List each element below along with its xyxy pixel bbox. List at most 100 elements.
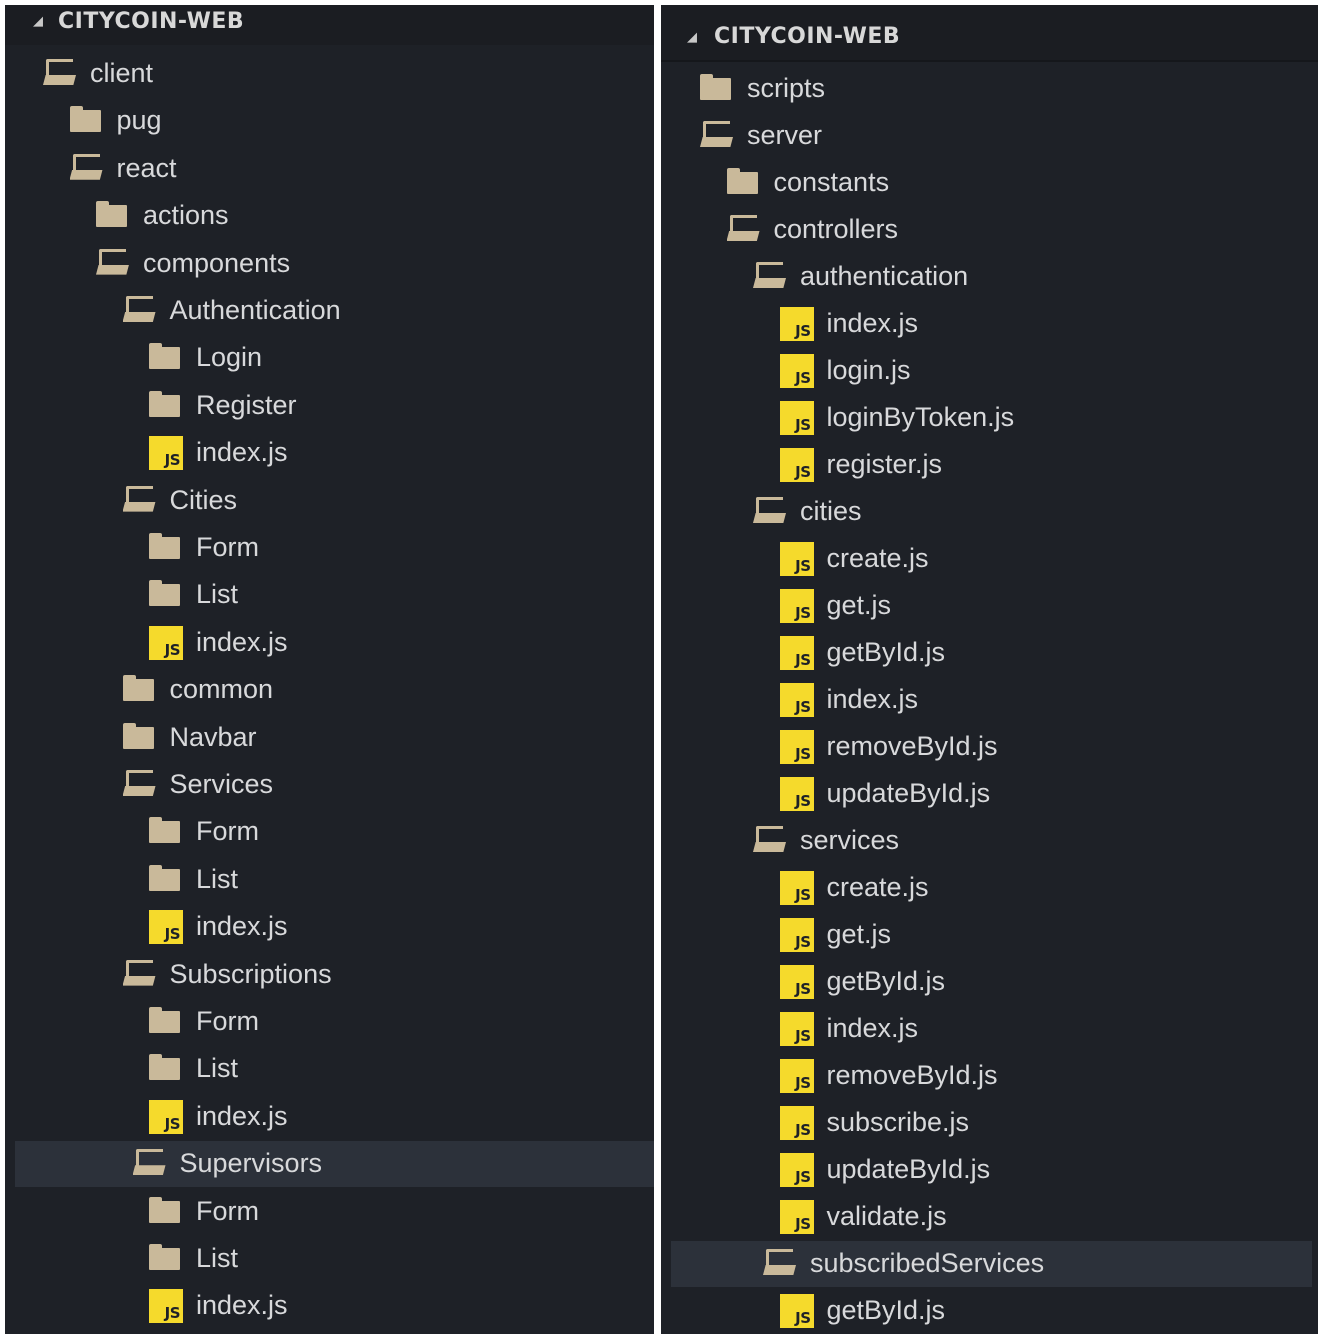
tree-item-label: subscribedServices xyxy=(810,1248,1045,1278)
tree-file-row[interactable]: JS updateById.js xyxy=(661,771,1318,817)
tree-file-row[interactable]: JS index.js xyxy=(5,1094,654,1140)
folder-open-icon xyxy=(763,1249,797,1279)
tree-folder-row[interactable]: pug xyxy=(5,98,654,144)
tree-folder-row[interactable]: Register xyxy=(5,383,654,429)
tree-item-label: List xyxy=(196,579,239,610)
tree-item-label: get.js xyxy=(826,919,892,949)
tree-folder-row[interactable]: common xyxy=(5,667,654,713)
tree-file-row[interactable]: JS create.js xyxy=(661,536,1318,582)
tree-item-label: index.js xyxy=(196,437,288,468)
collapse-arrow-icon[interactable]: ◢ xyxy=(33,14,44,29)
tree-file-row[interactable]: JS getById.js xyxy=(661,959,1318,1005)
tree-folder-row[interactable]: List xyxy=(5,1046,654,1092)
tree-folder-row[interactable]: services xyxy=(661,818,1318,864)
js-file-icon: JS xyxy=(779,542,814,576)
tree-folder-row[interactable]: actions xyxy=(5,193,654,239)
tree-folder-row[interactable]: Cities xyxy=(5,478,654,524)
tree-file-row[interactable]: JS index.js xyxy=(661,677,1318,723)
tree-folder-row[interactable]: controllers xyxy=(661,207,1318,253)
js-badge-text: JS xyxy=(795,1168,811,1186)
js-badge-text: JS xyxy=(795,792,811,810)
tree-file-row[interactable]: JS index.js xyxy=(661,301,1318,347)
js-file-icon: JS xyxy=(779,777,814,811)
js-file-icon: JS xyxy=(779,1153,814,1187)
tree-item-label: Form xyxy=(196,816,259,847)
tree-folder-row[interactable]: Form xyxy=(5,525,654,571)
tree-file-row[interactable]: JS loginByToken.js xyxy=(661,395,1318,441)
tree-folder-row[interactable]: Services xyxy=(5,762,654,808)
tree-file-row[interactable]: JS login.js xyxy=(661,348,1318,394)
tree-item-label: constants xyxy=(773,167,890,197)
tree-folder-row[interactable]: subscribedServices xyxy=(671,1241,1312,1287)
tree-folder-row[interactable]: react xyxy=(5,146,654,192)
js-file-icon: JS xyxy=(149,910,183,945)
tree-file-row[interactable]: JS removeById.js xyxy=(661,1053,1318,1099)
tree-item-label: index.js xyxy=(826,308,919,338)
js-file-icon: JS xyxy=(149,436,183,471)
collapse-arrow-icon[interactable]: ◢ xyxy=(687,30,698,45)
js-file-icon: JS xyxy=(149,1099,183,1134)
folder-icon xyxy=(700,74,734,104)
tree-folder-row[interactable]: components xyxy=(5,241,654,287)
folder-open-icon xyxy=(96,248,130,279)
folder-open-icon xyxy=(43,59,77,89)
tree-folder-row[interactable]: constants xyxy=(661,160,1318,206)
tree-file-row[interactable]: JS validate.js xyxy=(661,1194,1318,1240)
tree-item-label: index.js xyxy=(826,684,919,714)
js-badge-text: JS xyxy=(164,925,181,944)
tree-file-row[interactable]: JS get.js xyxy=(661,583,1318,629)
tree-folder-row[interactable]: Subscriptions xyxy=(5,952,654,998)
tree-item-label: common xyxy=(169,674,274,705)
tree-folder-row[interactable]: Login xyxy=(5,335,654,381)
tree-item-label: components xyxy=(143,247,291,278)
tree-folder-row[interactable]: Form xyxy=(5,1189,654,1235)
tree-folder-row[interactable]: client xyxy=(5,51,654,97)
tree-folder-row[interactable]: List xyxy=(5,572,654,618)
tree-item-label: react xyxy=(116,152,177,183)
tree-item-label: updateById.js xyxy=(826,778,991,808)
tree-folder-row[interactable]: List xyxy=(5,1236,654,1282)
tree-file-row[interactable]: JS index.js xyxy=(5,430,654,476)
tree-item-label: removeById.js xyxy=(826,1060,998,1090)
tree-folder-row[interactable]: server xyxy=(661,113,1318,159)
tree-folder-row[interactable]: Authentication xyxy=(5,288,654,334)
tree-folder-row[interactable]: cities xyxy=(661,489,1318,535)
tree-file-row[interactable]: JS get.js xyxy=(661,912,1318,958)
tree-file-row[interactable]: JS subscribe.js xyxy=(661,1100,1318,1146)
project-header[interactable]: ◢ CITYCOIN-WEB xyxy=(661,5,1318,62)
folder-icon xyxy=(149,533,183,563)
js-badge-text: JS xyxy=(795,933,811,951)
folder-open-icon xyxy=(753,826,787,856)
tree-file-row[interactable]: JS index.js xyxy=(661,1006,1318,1052)
folder-icon xyxy=(96,201,130,231)
tree-folder-row[interactable]: Form xyxy=(5,999,654,1045)
tree-item-label: subscribe.js xyxy=(826,1107,970,1137)
tree-item-label: getById.js xyxy=(826,1295,946,1325)
tree-file-row[interactable]: JS updateById.js xyxy=(661,1147,1318,1193)
project-title: CITYCOIN-WEB xyxy=(714,24,901,49)
js-badge-text: JS xyxy=(795,369,811,387)
project-header[interactable]: ◢ CITYCOIN-WEB xyxy=(5,5,654,45)
tree-item-label: cities xyxy=(800,496,862,526)
js-file-icon: JS xyxy=(779,918,814,952)
tree-folder-row[interactable]: Navbar xyxy=(5,715,654,761)
tree-file-row[interactable]: JS getById.js xyxy=(661,630,1318,676)
tree-folder-row[interactable]: Form xyxy=(5,809,654,855)
tree-file-row[interactable]: JS removeById.js xyxy=(661,724,1318,770)
tree-item-label: List xyxy=(196,863,239,894)
tree-folder-row[interactable]: scripts xyxy=(661,66,1318,112)
tree-item-label: getById.js xyxy=(826,637,946,667)
tree-file-row[interactable]: JS register.js xyxy=(661,442,1318,488)
tree-file-row[interactable]: JS getById.js xyxy=(661,1288,1318,1334)
tree-folder-row[interactable]: Supervisors xyxy=(15,1141,654,1188)
tree-file-row[interactable]: JS index.js xyxy=(5,1283,654,1329)
tree-item-label: index.js xyxy=(196,1100,288,1131)
tree-file-row[interactable]: JS create.js xyxy=(661,865,1318,911)
tree-file-row[interactable]: JS index.js xyxy=(5,904,654,950)
tree-item-label: register.js xyxy=(826,449,943,479)
tree-folder-row[interactable]: authentication xyxy=(661,254,1318,300)
tree-folder-row[interactable]: List xyxy=(5,857,654,903)
tree-item-label: Register xyxy=(196,389,297,420)
tree-item-label: Subscriptions xyxy=(169,958,332,989)
tree-file-row[interactable]: JS index.js xyxy=(5,620,654,666)
